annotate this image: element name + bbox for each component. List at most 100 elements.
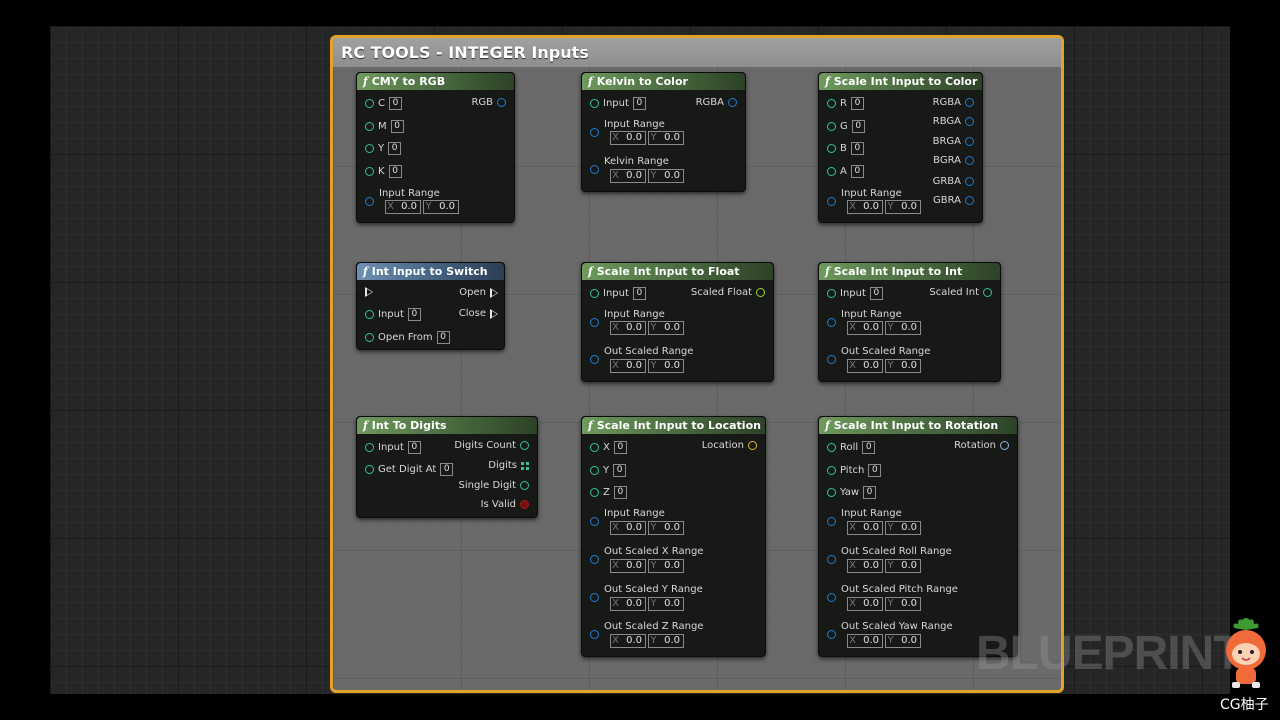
pin-grba-out[interactable]: GRBA: [933, 176, 974, 187]
int-pin-icon[interactable]: [827, 99, 836, 108]
pin-x[interactable]: X0: [590, 441, 627, 454]
vector2d-input[interactable]: X 0.0 Y 0.0: [610, 359, 684, 373]
pin-out-scaled-roll-range[interactable]: [827, 555, 840, 564]
y-field[interactable]: Y 0.0: [648, 169, 684, 183]
value-input[interactable]: 0: [863, 486, 877, 499]
exec-pin-icon[interactable]: [490, 287, 498, 298]
node-header[interactable]: f CMY to RGB: [357, 73, 514, 90]
x-field[interactable]: X 0.0: [847, 559, 883, 573]
x-field[interactable]: X 0.0: [610, 559, 646, 573]
pin-y[interactable]: Y0: [365, 142, 402, 155]
node-header[interactable]: f Int To Digits: [357, 417, 537, 434]
node-header[interactable]: f Scale Int Input to Color: [819, 73, 982, 90]
y-field[interactable]: Y 0.0: [885, 359, 921, 373]
x-field[interactable]: X 0.0: [847, 521, 883, 535]
y-field[interactable]: Y 0.0: [423, 200, 459, 214]
node-kelvin-to-color[interactable]: f Kelvin to Color Input 0 Input Range X 0.0…: [581, 72, 746, 192]
y-field[interactable]: Y 0.0: [648, 634, 684, 648]
pin-a[interactable]: A0: [827, 165, 864, 178]
x-field[interactable]: X 0.0: [847, 200, 883, 214]
int-pin-icon[interactable]: [827, 466, 836, 475]
pin-input-range[interactable]: [827, 197, 840, 206]
pin-input[interactable]: Input 0: [590, 287, 646, 300]
struct-pin-icon[interactable]: [965, 196, 974, 205]
x-field[interactable]: X 0.0: [610, 321, 646, 335]
int-pin-icon[interactable]: [365, 99, 374, 108]
vector2d-input[interactable]: X 0.0 Y 0.0: [847, 321, 921, 335]
y-field[interactable]: Y 0.0: [885, 597, 921, 611]
pin-yaw[interactable]: Yaw 0: [827, 486, 877, 499]
x-field[interactable]: X 0.0: [847, 359, 883, 373]
struct-pin-icon[interactable]: [965, 117, 974, 126]
vector2d-input[interactable]: X 0.0 Y 0.0: [610, 634, 684, 648]
pin-single-digit-out[interactable]: Single Digit: [459, 480, 529, 491]
exec-pin-icon[interactable]: [365, 287, 373, 297]
pin-is-valid-out[interactable]: Is Valid: [481, 499, 529, 510]
pin-pitch[interactable]: Pitch 0: [827, 464, 882, 477]
exec-in-pin[interactable]: [365, 287, 377, 297]
float-pin-icon[interactable]: [756, 288, 765, 297]
node-cmy-to-rgb[interactable]: f CMY to RGB C0 M0 Y0 K0 Input Range X 0.0…: [356, 72, 515, 223]
int-pin-icon[interactable]: [365, 443, 374, 452]
struct-pin-icon[interactable]: [497, 98, 506, 107]
pin-rotation-out[interactable]: Rotation: [954, 440, 1009, 451]
pin-input-range[interactable]: [590, 517, 603, 526]
x-field[interactable]: X 0.0: [610, 359, 646, 373]
pin-bgra-out[interactable]: BGRA: [933, 155, 974, 166]
pin-b[interactable]: B0: [827, 142, 864, 155]
struct-pin-icon[interactable]: [590, 318, 599, 327]
value-input[interactable]: 0: [862, 441, 876, 454]
pin-y[interactable]: Y0: [590, 464, 627, 477]
pin-out-scaled-z-range[interactable]: [590, 630, 603, 639]
y-field[interactable]: Y 0.0: [885, 200, 921, 214]
pin-input[interactable]: Input 0: [365, 441, 421, 454]
x-field[interactable]: X 0.0: [847, 321, 883, 335]
x-field[interactable]: X 0.0: [847, 634, 883, 648]
vector2d-input[interactable]: X 0.0 Y 0.0: [610, 597, 684, 611]
pin-input-range[interactable]: [827, 517, 840, 526]
pin-close-out[interactable]: Close: [459, 308, 498, 319]
struct-pin-icon[interactable]: [827, 593, 836, 602]
x-field[interactable]: X 0.0: [847, 597, 883, 611]
int-pin-icon[interactable]: [365, 167, 374, 176]
pin-scaled-int-out[interactable]: Scaled Int: [929, 287, 992, 298]
int-pin-icon[interactable]: [365, 333, 374, 342]
vector2d-input[interactable]: X 0.0 Y 0.0: [610, 131, 684, 145]
pin-rgb-out[interactable]: RGB: [471, 97, 506, 108]
pin-digits-out[interactable]: Digits: [488, 460, 529, 471]
node-scale-int-to-rotation[interactable]: f Scale Int Input to Rotation Roll 0 Pitch…: [818, 416, 1018, 657]
vector2d-input[interactable]: X 0.0 Y 0.0: [610, 559, 684, 573]
value-input[interactable]: 0: [407, 441, 421, 454]
exec-pin-icon[interactable]: [490, 308, 498, 319]
array-pin-icon[interactable]: [521, 461, 529, 470]
y-field[interactable]: Y 0.0: [648, 359, 684, 373]
pin-r[interactable]: R0: [827, 97, 864, 110]
struct-pin-icon[interactable]: [965, 156, 974, 165]
pin-c[interactable]: C0: [365, 97, 402, 110]
x-field[interactable]: X 0.0: [610, 521, 646, 535]
int-pin-icon[interactable]: [365, 465, 374, 474]
x-field[interactable]: X 0.0: [385, 200, 421, 214]
node-int-to-switch[interactable]: f Int Input to Switch Input 0 Open From 0 O…: [356, 262, 505, 350]
value-input[interactable]: 0: [407, 308, 421, 321]
y-field[interactable]: Y 0.0: [885, 634, 921, 648]
int-pin-icon[interactable]: [827, 144, 836, 153]
int-pin-icon[interactable]: [827, 488, 836, 497]
pin-m[interactable]: M0: [365, 120, 404, 133]
value-input[interactable]: 0: [850, 165, 864, 178]
pin-out-scaled-pitch-range[interactable]: [827, 593, 840, 602]
pin-g[interactable]: G0: [827, 120, 865, 133]
value-input[interactable]: 0: [868, 464, 882, 477]
comment-title[interactable]: RC TOOLS - INTEGER Inputs: [333, 38, 1061, 67]
struct-pin-icon[interactable]: [590, 593, 599, 602]
value-input[interactable]: 0: [851, 120, 865, 133]
node-int-to-digits[interactable]: f Int To Digits Input 0 Get Digit At 0 Digi…: [356, 416, 538, 518]
struct-pin-icon[interactable]: [965, 177, 974, 186]
vector-pin-icon[interactable]: [748, 441, 757, 450]
vector2d-input[interactable]: X 0.0 Y 0.0: [847, 521, 921, 535]
int-pin-icon[interactable]: [590, 443, 599, 452]
pin-input[interactable]: Input 0: [827, 287, 883, 300]
struct-pin-icon[interactable]: [827, 197, 836, 206]
int-pin-icon[interactable]: [590, 466, 599, 475]
y-field[interactable]: Y 0.0: [885, 321, 921, 335]
